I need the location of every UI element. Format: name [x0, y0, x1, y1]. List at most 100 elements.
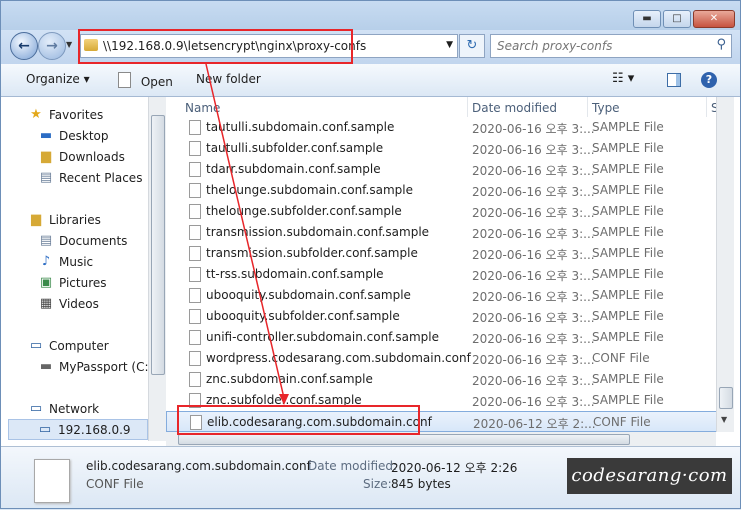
sidebar-item-label: MyPassport (C:) [59, 360, 148, 374]
file-name: ubooquity.subfolder.conf.sample [206, 309, 400, 323]
sidebar-item-label: Pictures [59, 276, 107, 290]
file-row[interactable]: ubooquity.subdomain.conf.sample 2020-06-1… [166, 285, 716, 306]
file-row[interactable]: tautulli.subfolder.conf.sample 2020-06-16… [166, 138, 716, 159]
column-date-modified[interactable]: Date modified [472, 101, 557, 115]
sidebar-item-videos[interactable]: ▦ Videos [0, 294, 148, 315]
file-icon [189, 162, 201, 177]
address-dropdown-icon[interactable]: ▼ [446, 40, 453, 50]
file-icon [189, 183, 201, 198]
file-icon [189, 225, 201, 240]
file-row[interactable]: unifi-controller.subdomain.conf.sample 20… [166, 327, 716, 348]
details-file-type: CONF File [86, 477, 144, 491]
file-date-modified: 2020-06-16 오후 3:... [472, 332, 595, 346]
file-name: thelounge.subfolder.conf.sample [206, 204, 402, 218]
file-type: SAMPLE File [592, 162, 664, 176]
file-row[interactable]: znc.subdomain.conf.sample 2020-06-16 오후 3… [166, 369, 716, 390]
sidebar-item-label: Downloads [59, 150, 125, 164]
scroll-down-icon[interactable]: ▼ [721, 415, 727, 424]
file-name: tautulli.subfolder.conf.sample [206, 141, 384, 155]
computer-icon: ▭ [29, 338, 43, 353]
documents-icon: ▤ [39, 233, 53, 248]
size-label: Size: [363, 477, 392, 491]
file-date-modified: 2020-06-16 오후 3:... [472, 164, 595, 178]
scrollbar-thumb[interactable] [178, 434, 630, 445]
command-bar: Organize ▾ Open New folder ☷ ▾ ? [0, 64, 741, 97]
sidebar-item-mypassport[interactable]: ▬ MyPassport (C:) [0, 357, 148, 378]
column-type[interactable]: Type [592, 101, 620, 115]
scrollbar-thumb[interactable] [151, 115, 165, 375]
file-name: unifi-controller.subdomain.conf.sample [206, 330, 439, 344]
file-type: SAMPLE File [592, 288, 664, 302]
file-type: SAMPLE File [592, 246, 664, 260]
file-icon [189, 267, 201, 282]
file-list-scrollbar[interactable]: ▼ [716, 97, 734, 432]
scrollbar-thumb[interactable] [719, 387, 733, 409]
sidebar-item-favorites[interactable]: ★ Favorites [0, 105, 148, 126]
file-row[interactable]: znc.subfolder.conf.sample 2020-06-16 오후 3… [166, 390, 716, 411]
address-text[interactable]: \\192.168.0.9\letsencrypt\nginx\proxy-co… [103, 39, 366, 53]
refresh-button[interactable]: ↻ [459, 34, 485, 58]
libraries-icon: ▆ [31, 212, 41, 227]
network-icon: ▭ [29, 401, 43, 416]
sidebar-item-pictures[interactable]: ▣ Pictures [0, 273, 148, 294]
file-date-modified: 2020-06-16 오후 3:... [472, 227, 595, 241]
file-icon [189, 288, 201, 303]
column-name[interactable]: Name [185, 101, 220, 115]
file-row[interactable]: transmission.subdomain.conf.sample 2020-0… [166, 222, 716, 243]
watermark-logo: codesarang·com [567, 458, 732, 494]
open-label: Open [140, 75, 173, 89]
new-folder-button[interactable]: New folder [196, 72, 261, 86]
file-date-modified: 2020-06-16 오후 3:... [472, 395, 595, 409]
sidebar-item-downloads[interactable]: ▆ Downloads [0, 147, 148, 168]
close-button[interactable]: ✕ [693, 10, 735, 28]
file-row[interactable]: tt-rss.subdomain.conf.sample 2020-06-16 오… [166, 264, 716, 285]
sidebar-item-label: Music [59, 255, 94, 269]
sidebar-item-computer[interactable]: ▭ Computer [0, 336, 148, 357]
forward-button[interactable]: → [38, 32, 66, 60]
file-row[interactable]: wordpress.codesarang.com.subdomain.conf 2… [166, 348, 716, 369]
back-button[interactable]: ← [10, 32, 38, 60]
file-icon [34, 459, 70, 503]
date-modified-label: Date modified: [308, 459, 398, 473]
file-type: SAMPLE File [592, 141, 664, 155]
file-date-modified: 2020-06-16 오후 3:... [472, 185, 595, 199]
network-computer-icon: ▭ [38, 422, 52, 437]
sidebar-item-documents[interactable]: ▤ Documents [0, 231, 148, 252]
pictures-icon: ▣ [39, 275, 53, 290]
file-name: thelounge.subdomain.conf.sample [206, 183, 413, 197]
file-row[interactable]: tdarr.subdomain.conf.sample 2020-06-16 오후… [166, 159, 716, 180]
help-icon[interactable]: ? [701, 72, 717, 88]
file-row[interactable]: transmission.subfolder.conf.sample 2020-0… [166, 243, 716, 264]
sidebar-item-libraries[interactable]: ▆ Libraries [0, 210, 148, 231]
folder-icon [84, 39, 98, 51]
search-box[interactable]: ⚲ [490, 34, 732, 58]
file-row[interactable]: ubooquity.subfolder.conf.sample 2020-06-1… [166, 306, 716, 327]
file-row[interactable]: thelounge.subdomain.conf.sample 2020-06-1… [166, 180, 716, 201]
navigation-scrollbar[interactable] [148, 97, 166, 441]
file-date-modified: 2020-06-16 오후 3:... [472, 311, 595, 325]
sidebar-item-recent-places[interactable]: ▤ Recent Places [0, 168, 148, 189]
organize-button[interactable]: Organize ▾ [26, 72, 90, 86]
sidebar-item-ip[interactable]: ▭ 192.168.0.9 [8, 419, 148, 440]
minimize-button[interactable]: ▬ [633, 10, 661, 28]
maximize-button[interactable]: □ [663, 10, 691, 28]
address-bar[interactable]: \\192.168.0.9\letsencrypt\nginx\proxy-co… [80, 34, 458, 58]
file-icon [189, 372, 201, 387]
sidebar-item-music[interactable]: ♪ Music [0, 252, 148, 273]
sidebar-item-desktop[interactable]: ▬ Desktop [0, 126, 148, 147]
sidebar-item-network[interactable]: ▭ Network [0, 399, 148, 420]
search-input[interactable] [495, 37, 699, 55]
change-view-button[interactable]: ☷ ▾ [612, 71, 634, 86]
file-row[interactable]: tautulli.subdomain.conf.sample 2020-06-16… [166, 117, 716, 138]
search-icon[interactable]: ⚲ [716, 37, 726, 52]
horizontal-scrollbar[interactable] [166, 432, 716, 446]
preview-pane-icon[interactable] [667, 73, 681, 87]
open-button[interactable]: Open [118, 72, 173, 89]
sidebar-item-label: Libraries [49, 213, 101, 227]
file-name: tdarr.subdomain.conf.sample [206, 162, 381, 176]
recent-pages-dropdown[interactable]: ▼ [66, 40, 72, 49]
file-type: SAMPLE File [592, 372, 664, 386]
file-icon [189, 141, 201, 156]
file-row[interactable]: elib.codesarang.com.subdomain.conf 2020-0… [166, 411, 716, 432]
file-row[interactable]: thelounge.subfolder.conf.sample 2020-06-1… [166, 201, 716, 222]
